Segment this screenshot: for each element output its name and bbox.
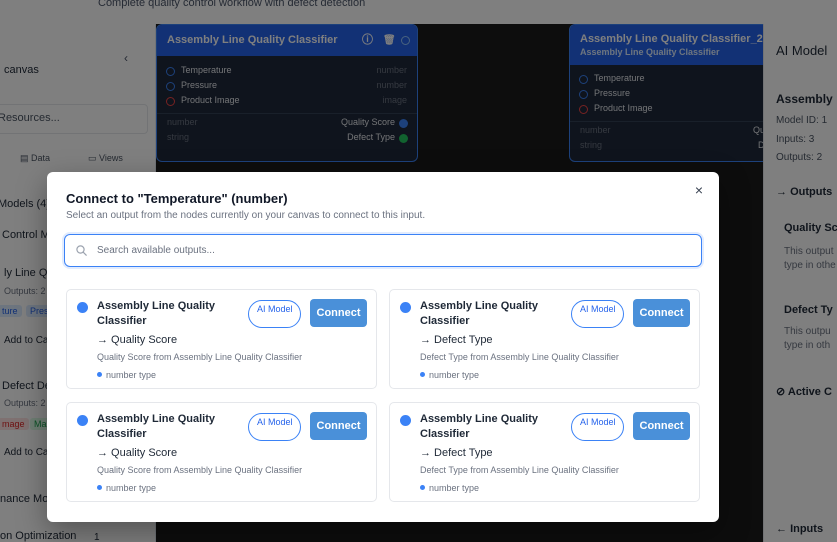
type-dot-icon bbox=[420, 372, 425, 377]
output-color-dot bbox=[400, 302, 411, 313]
card-description: Defect Type from Assembly Line Quality C… bbox=[420, 465, 619, 475]
connect-dialog: Connect to "Temperature" (number) Select… bbox=[47, 172, 719, 522]
close-icon[interactable]: × bbox=[691, 182, 707, 198]
output-color-dot bbox=[77, 302, 88, 313]
card-type-label: number type bbox=[106, 370, 157, 380]
card-node-name: Assembly Line Quality Classifier bbox=[420, 300, 538, 327]
card-type-label: number type bbox=[429, 483, 480, 493]
card-type-label: number type bbox=[429, 370, 480, 380]
card-description: Quality Score from Assembly Line Quality… bbox=[97, 465, 303, 475]
type-dot-icon bbox=[420, 485, 425, 490]
type-dot-icon bbox=[97, 372, 102, 377]
connect-button[interactable]: Connect bbox=[633, 412, 690, 440]
card-description: Quality Score from Assembly Line Quality… bbox=[97, 352, 303, 362]
search-input[interactable] bbox=[97, 239, 687, 262]
type-dot-icon bbox=[97, 485, 102, 490]
output-option-card[interactable]: Assembly Line Quality Classifier AI Mode… bbox=[389, 402, 700, 502]
card-description: Defect Type from Assembly Line Quality C… bbox=[420, 352, 619, 362]
dialog-description: Select an output from the nodes currentl… bbox=[66, 210, 426, 221]
connect-button[interactable]: Connect bbox=[310, 412, 367, 440]
search-icon bbox=[76, 245, 87, 256]
output-option-card[interactable]: Assembly Line Quality Classifier AI Mode… bbox=[66, 402, 377, 502]
card-type: number type bbox=[420, 483, 479, 493]
card-type-label: number type bbox=[106, 483, 157, 493]
connect-button[interactable]: Connect bbox=[633, 299, 690, 327]
card-output-name: → Defect Type bbox=[420, 447, 493, 459]
ai-model-badge: AI Model bbox=[571, 300, 624, 328]
output-option-card[interactable]: Assembly Line Quality Classifier AI Mode… bbox=[66, 289, 377, 389]
card-output-name: → Defect Type bbox=[420, 334, 493, 346]
ai-model-badge: AI Model bbox=[571, 413, 624, 441]
output-option-card[interactable]: Assembly Line Quality Classifier AI Mode… bbox=[389, 289, 700, 389]
card-type: number type bbox=[420, 370, 479, 380]
card-output-name: → Quality Score bbox=[97, 334, 178, 346]
output-color-dot bbox=[400, 415, 411, 426]
dialog-title: Connect to "Temperature" (number) bbox=[66, 191, 288, 206]
output-color-dot bbox=[77, 415, 88, 426]
card-node-name: Assembly Line Quality Classifier bbox=[97, 413, 215, 440]
card-type: number type bbox=[97, 370, 156, 380]
card-node-name: Assembly Line Quality Classifier bbox=[97, 300, 215, 327]
connect-button[interactable]: Connect bbox=[310, 299, 367, 327]
search-field bbox=[64, 234, 702, 267]
card-node-name: Assembly Line Quality Classifier bbox=[420, 413, 538, 440]
card-output-name: → Quality Score bbox=[97, 447, 178, 459]
ai-model-badge: AI Model bbox=[248, 300, 301, 328]
ai-model-badge: AI Model bbox=[248, 413, 301, 441]
card-type: number type bbox=[97, 483, 156, 493]
